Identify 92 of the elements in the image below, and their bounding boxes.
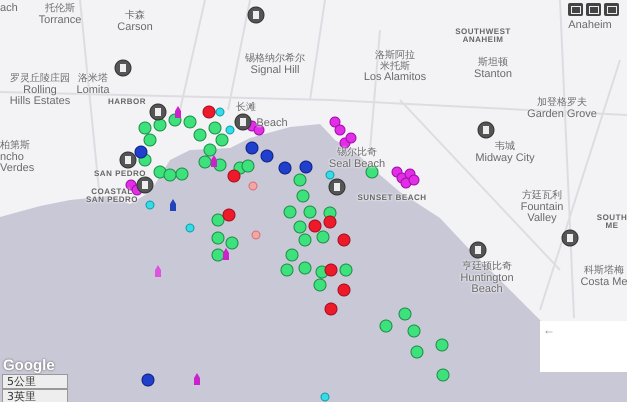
vessel-marker[interactable] <box>330 116 340 128</box>
place-label: 韦城 <box>495 142 515 152</box>
place-label: Beach <box>471 284 503 296</box>
vessel-marker[interactable] <box>326 170 334 180</box>
district-label: SUNSET BEACH <box>357 194 427 202</box>
vessel-marker[interactable] <box>408 174 420 186</box>
poi-marker-icon[interactable] <box>120 152 136 168</box>
vessel-marker[interactable] <box>320 392 330 402</box>
place-label: Lomita <box>76 84 110 96</box>
place-label: 长滩 <box>236 103 256 114</box>
poi-marker-icon[interactable] <box>234 114 252 130</box>
vessel-marker[interactable] <box>134 146 148 158</box>
place-label: 斯坦顿 <box>478 58 508 68</box>
boat-marker-icon[interactable] <box>155 265 161 277</box>
place-label: Valley <box>527 213 557 225</box>
district-label: SAN PEDRO <box>94 170 146 178</box>
map-control-button[interactable] <box>568 3 583 16</box>
district-label: SOUTH <box>596 214 627 222</box>
map-control-button[interactable] <box>604 3 619 16</box>
vessel-marker[interactable] <box>202 106 216 118</box>
map-control-button[interactable] <box>586 3 601 16</box>
scale-bar: 5公里 <box>2 374 68 389</box>
vessel-marker[interactable] <box>208 122 222 134</box>
place-label: 加登格罗夫 <box>537 98 587 108</box>
place-label: Huntington <box>460 272 514 284</box>
place-label: Verdes <box>0 163 34 175</box>
vessel-marker[interactable] <box>334 124 346 136</box>
place-label: Seal Beach <box>328 158 386 170</box>
place-label: 托伦斯 <box>45 4 75 14</box>
place-label: 方廷瓦利 <box>522 191 562 202</box>
boat-marker-icon[interactable] <box>194 373 200 385</box>
place-label: 柏第斯 <box>0 141 30 152</box>
place-label: Midway City <box>475 152 535 164</box>
poi-marker-icon[interactable] <box>248 6 264 24</box>
district-label: ANAHEIM <box>462 36 504 45</box>
poi-marker-icon[interactable] <box>470 242 486 258</box>
google-logo: Google <box>3 357 55 374</box>
poi-marker-icon[interactable] <box>136 176 154 194</box>
place-label: Beach <box>256 118 288 130</box>
poi-marker-icon[interactable] <box>150 104 166 120</box>
place-label: Hills Estates <box>10 96 70 108</box>
boat-marker-icon[interactable] <box>175 106 181 118</box>
vessel-marker[interactable] <box>146 200 154 210</box>
place-label: 亨廷顿比奇 <box>462 262 512 272</box>
poi-marker-icon[interactable] <box>562 230 578 246</box>
boat-marker-icon[interactable] <box>170 199 176 211</box>
place-label: 洛斯阿拉 <box>375 51 415 61</box>
place-label: Signal Hill <box>250 64 300 76</box>
place-label: Costa Me <box>580 276 627 288</box>
place-label: Torrance <box>38 14 82 26</box>
place-label: 罗灵丘陵庄园 <box>10 74 70 84</box>
collapse-button[interactable]: ← <box>540 323 558 337</box>
poi-marker-icon[interactable] <box>114 60 132 76</box>
place-label: Fountain <box>520 202 564 213</box>
place-label: 锡尔比奇 <box>337 148 377 158</box>
place-label: Anaheim <box>568 20 612 32</box>
place-label: Stanton <box>474 68 512 80</box>
poi-marker-icon[interactable] <box>478 122 494 138</box>
vessel-marker[interactable] <box>184 116 196 128</box>
place-label: 锡格纳尔希尔 <box>245 54 305 64</box>
place-label: Garden Grove <box>527 108 597 120</box>
scale-bar: 3英里 <box>2 389 68 402</box>
place-label: Rolling <box>23 84 57 96</box>
place-label: 米托斯 <box>380 62 410 72</box>
vessel-marker[interactable] <box>194 128 206 142</box>
vessel-marker[interactable] <box>248 182 258 190</box>
place-label: 洛米塔 <box>78 74 108 84</box>
place-label: Carson <box>117 22 153 34</box>
vessel-marker[interactable] <box>254 124 264 136</box>
vessel-marker[interactable] <box>216 108 224 116</box>
vessel-marker[interactable] <box>186 224 194 232</box>
vessel-marker[interactable] <box>154 118 166 132</box>
poi-marker-icon[interactable] <box>328 178 346 196</box>
place-label: 科斯塔梅 <box>584 266 624 276</box>
vessel-marker[interactable] <box>346 132 356 144</box>
vessel-marker[interactable] <box>154 166 166 178</box>
vessel-marker[interactable] <box>226 126 234 134</box>
vessel-marker[interactable] <box>252 230 260 240</box>
district-label: SOUTHWEST <box>455 28 511 36</box>
vessel-marker[interactable] <box>204 144 216 156</box>
map-view[interactable] <box>0 0 627 402</box>
district-label: SAN PEDRO <box>86 196 138 205</box>
district-label: HARBOR <box>108 98 146 106</box>
place-label: Los Alamitos <box>364 72 426 84</box>
district-label: COASTAL <box>91 188 133 196</box>
vessel-marker[interactable] <box>216 134 228 146</box>
place-label: 卡森 <box>125 11 145 22</box>
vessel-marker[interactable] <box>144 134 156 146</box>
vessel-marker[interactable] <box>138 122 152 134</box>
district-label: ME <box>606 222 618 231</box>
place-label: ncho <box>0 152 24 163</box>
place-label: ach <box>0 3 18 15</box>
